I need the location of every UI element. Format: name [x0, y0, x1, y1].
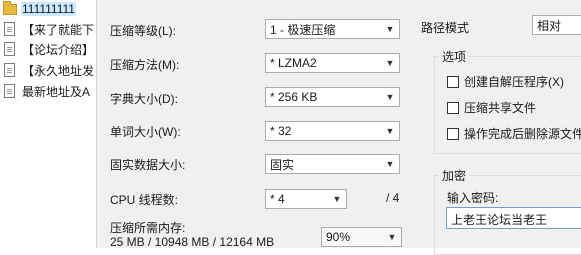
path-mode-value: 相对 — [537, 18, 562, 33]
compression-level-label: 压缩等级(L): — [110, 24, 177, 38]
file-item[interactable]: 最新地址及A — [3, 82, 96, 100]
cpu-threads-label: CPU 线程数: — [110, 193, 179, 207]
solid-block-size-select[interactable]: 固实 ▼ — [265, 154, 400, 174]
file-name: 【来了就能下 — [22, 22, 95, 37]
memory-percent-select[interactable]: 90% ▼ — [321, 227, 402, 247]
compression-level-value: 1 - 极速压缩 — [270, 22, 336, 37]
memory-usage-detail: 25 MB / 10948 MB / 12164 MB — [110, 235, 275, 249]
delete-after-label: 操作完成后删除源文件 — [464, 127, 581, 141]
compression-method-value: * LZMA2 — [270, 56, 317, 70]
archive-settings-dialog: 压缩等级(L): 压缩方法(M): 字典大小(D): 单词大小(W): 固实数据… — [97, 0, 581, 255]
folder-icon — [3, 0, 17, 17]
file-name: 【论坛介绍】 — [22, 42, 95, 57]
encryption-group-title: 加密 — [439, 167, 470, 184]
compression-method-label: 压缩方法(M): — [110, 58, 180, 72]
file-name: 最新地址及A — [22, 84, 91, 99]
cpu-threads-max: / 4 — [386, 191, 400, 205]
compression-method-select[interactable]: * LZMA2 ▼ — [265, 53, 400, 73]
file-item[interactable]: 【永久地址发 — [3, 61, 96, 79]
path-mode-label: 路径模式 — [421, 21, 470, 35]
chevron-down-icon: ▼ — [385, 159, 395, 169]
checkbox-box[interactable] — [447, 101, 459, 114]
chevron-down-icon: ▼ — [387, 232, 397, 242]
chevron-down-icon: ▼ — [332, 194, 342, 204]
dictionary-size-select[interactable]: * 256 KB ▼ — [265, 87, 400, 107]
checkbox-box[interactable] — [447, 75, 459, 88]
chevron-down-icon: ▼ — [385, 92, 395, 102]
checkbox-box[interactable] — [447, 127, 459, 140]
compression-level-select[interactable]: 1 - 极速压缩 ▼ — [265, 19, 400, 39]
path-mode-select[interactable]: 相对 — [532, 15, 581, 35]
options-group-title: 选项 — [439, 48, 470, 65]
word-size-value: * 32 — [270, 124, 292, 138]
solid-block-size-value: 固实 — [270, 157, 295, 172]
chevron-down-icon: ▼ — [385, 24, 395, 34]
chevron-down-icon: ▼ — [385, 58, 395, 68]
memory-usage-label: 压缩所需内存: — [110, 221, 186, 235]
chevron-down-icon: ▼ — [385, 126, 395, 136]
create-sfx-checkbox[interactable]: 创建自解压程序(X) — [447, 73, 564, 90]
word-size-select[interactable]: * 32 ▼ — [265, 121, 400, 141]
document-icon — [3, 21, 17, 37]
cpu-threads-value: * 4 — [270, 192, 285, 206]
password-field[interactable]: 上老王论坛当老王 — [446, 207, 581, 229]
file-item[interactable]: 【来了就能下 — [3, 20, 96, 38]
compress-shared-checkbox[interactable]: 压缩共享文件 — [447, 99, 536, 116]
file-name: 【永久地址发 — [22, 63, 95, 78]
cpu-threads-select[interactable]: * 4 ▼ — [265, 189, 347, 209]
word-size-label: 单词大小(W): — [110, 125, 181, 139]
memory-percent-value: 90% — [326, 230, 351, 244]
password-label: 输入密码: — [447, 191, 499, 205]
compress-shared-label: 压缩共享文件 — [464, 101, 537, 115]
dictionary-size-label: 字典大小(D): — [110, 92, 178, 106]
document-icon — [3, 41, 17, 57]
file-item[interactable]: 111111111 — [3, 0, 96, 18]
file-name: 111111111 — [21, 2, 76, 16]
solid-block-size-label: 固实数据大小: — [110, 158, 186, 172]
file-item[interactable]: 【论坛介绍】 — [3, 40, 96, 58]
create-sfx-label: 创建自解压程序(X) — [464, 75, 564, 89]
dictionary-size-value: * 256 KB — [270, 90, 318, 104]
document-icon — [3, 83, 17, 99]
document-icon — [3, 62, 17, 78]
delete-after-checkbox[interactable]: 操作完成后删除源文件 — [447, 125, 581, 142]
file-list: 111111111 【来了就能下 【论坛介绍】 【永久地址发 最新地址及A — [0, 0, 97, 248]
